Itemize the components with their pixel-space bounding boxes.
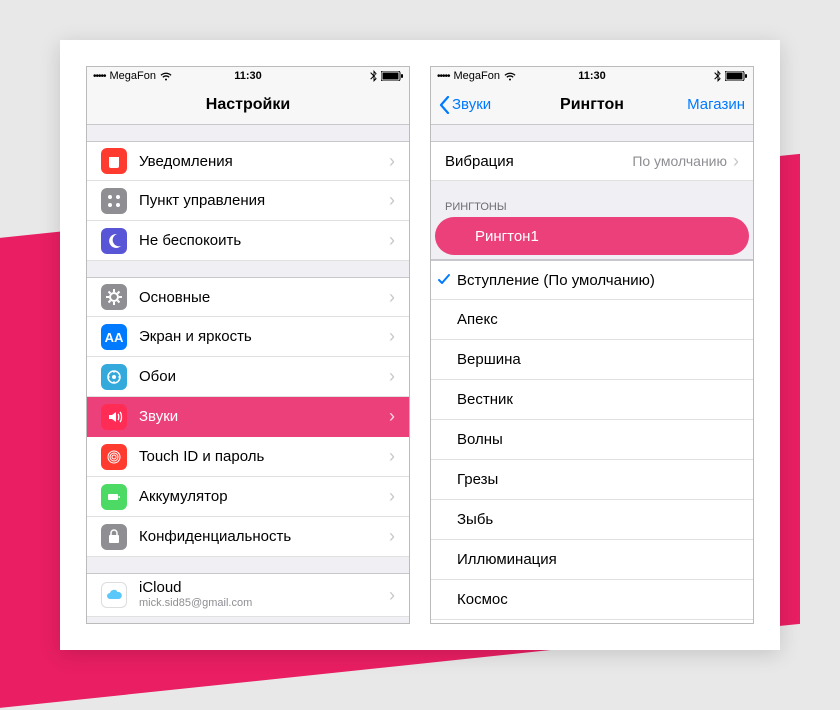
disclosure-icon: › (389, 446, 395, 467)
dnd-icon (101, 228, 127, 254)
settings-item-label: iCloud (139, 579, 389, 597)
ringtone-item[interactable]: Кристаллы (431, 620, 753, 623)
ringtone-label: Вступление (По умолчанию) (457, 272, 739, 289)
status-bar: ••••• MegaFon 11:30 (431, 67, 753, 85)
screenshot-card: ••••• MegaFon 11:30 Настройки Уведомлени… (60, 40, 780, 650)
ringtone-item[interactable]: Космос (431, 580, 753, 620)
settings-item-wallpaper[interactable]: Обои› (87, 357, 409, 397)
disclosure-icon: › (389, 366, 395, 387)
settings-item-dnd[interactable]: Не беспокоить› (87, 221, 409, 261)
battery-icon (101, 484, 127, 510)
disclosure-icon: › (389, 486, 395, 507)
settings-content: Уведомления›Пункт управления›Не беспокои… (87, 125, 409, 623)
disclosure-icon: › (389, 526, 395, 547)
settings-item-notifications[interactable]: Уведомления› (87, 141, 409, 181)
settings-item-label: Пункт управления (139, 192, 389, 209)
ringtone-item[interactable]: Вступление (По умолчанию) (431, 260, 753, 300)
settings-item-label: Конфиденциальность (139, 528, 389, 545)
touchid-icon (101, 444, 127, 470)
back-button[interactable]: Звуки (431, 85, 499, 124)
phone-ringtone: ••••• MegaFon 11:30 Звуки Ринг (430, 66, 754, 624)
control-icon (101, 188, 127, 214)
settings-item-label: Touch ID и пароль (139, 448, 389, 465)
settings-item-sublabel: mick.sid85@gmail.com (139, 597, 389, 610)
settings-item-label: Экран и яркость (139, 328, 389, 345)
ringtone-item[interactable]: Апекс (431, 300, 753, 340)
bluetooth-icon (370, 70, 377, 82)
status-bar: ••••• MegaFon 11:30 (87, 67, 409, 85)
settings-item-label: Аккумулятор (139, 488, 389, 505)
custom-ringtone-highlighted[interactable]: Рингтон1 (435, 217, 749, 255)
ringtone-content: Вибрация По умолчанию › РИНГТОНЫ Рингтон… (431, 125, 753, 623)
disclosure-icon: › (389, 406, 395, 427)
ringtone-item[interactable]: Зыбь (431, 500, 753, 540)
phone-settings: ••••• MegaFon 11:30 Настройки Уведомлени… (86, 66, 410, 624)
ringtone-item[interactable]: Иллюминация (431, 540, 753, 580)
ringtone-label: Космос (457, 591, 739, 608)
settings-item-general[interactable]: Основные› (87, 277, 409, 317)
display-icon: AA (101, 324, 127, 350)
sounds-icon (101, 404, 127, 430)
back-label: Звуки (452, 96, 491, 113)
settings-item-display[interactable]: AA Экран и яркость› (87, 317, 409, 357)
ringtone-label: Вершина (457, 351, 739, 368)
store-button[interactable]: Магазин (679, 85, 753, 124)
disclosure-icon: › (389, 326, 395, 347)
carrier-label: MegaFon (454, 70, 500, 82)
clock: 11:30 (540, 70, 643, 82)
settings-item-label: Не беспокоить (139, 232, 389, 249)
notifications-icon (101, 148, 127, 174)
disclosure-icon: › (389, 190, 395, 211)
ringtones-section-header: РИНГТОНЫ (431, 195, 753, 217)
ringtone-item[interactable]: Волны (431, 420, 753, 460)
ringtone-label: Грезы (457, 471, 739, 488)
vibration-value: По умолчанию (632, 153, 727, 169)
settings-item-battery[interactable]: Аккумулятор› (87, 477, 409, 517)
bluetooth-icon (714, 70, 721, 82)
settings-item-touchid[interactable]: Touch ID и пароль› (87, 437, 409, 477)
disclosure-icon: › (389, 230, 395, 251)
vibration-label: Вибрация (445, 153, 632, 170)
ringtone-item[interactable]: Грезы (431, 460, 753, 500)
settings-item-label: Основные (139, 289, 389, 306)
vibration-cell[interactable]: Вибрация По умолчанию › (431, 141, 753, 181)
settings-item-label: Звуки (139, 408, 389, 425)
disclosure-icon: › (389, 585, 395, 606)
wifi-icon (160, 72, 172, 81)
wallpaper-icon (101, 364, 127, 390)
carrier-label: MegaFon (110, 70, 156, 82)
page-title: Настройки (87, 96, 409, 114)
disclosure-icon: › (389, 151, 395, 172)
settings-item-control[interactable]: Пункт управления› (87, 181, 409, 221)
ringtone-label: Апекс (457, 311, 739, 328)
settings-item-sounds[interactable]: Звуки› (87, 397, 409, 437)
ringtone-item[interactable]: Вестник (431, 380, 753, 420)
privacy-icon (101, 524, 127, 550)
signal-dots-icon: ••••• (437, 71, 450, 82)
settings-item-label: Обои (139, 368, 389, 385)
signal-dots-icon: ••••• (93, 71, 106, 82)
nav-bar-settings: Настройки (87, 85, 409, 125)
ringtone-item[interactable]: Вершина (431, 340, 753, 380)
ringtone-label: Зыбь (457, 511, 739, 528)
battery-icon (381, 71, 403, 81)
icloud-icon (101, 582, 127, 608)
ringtone-label: Волны (457, 431, 739, 448)
settings-item-label: Уведомления (139, 153, 389, 170)
ringtone-label: Вестник (457, 391, 739, 408)
nav-bar-ringtone: Звуки Рингтон Магазин (431, 85, 753, 125)
checkmark-icon (431, 273, 457, 287)
svg-text:AA: AA (105, 330, 124, 345)
general-icon (101, 284, 127, 310)
chevron-left-icon (439, 96, 450, 114)
settings-item-icloud[interactable]: iCloudmick.sid85@gmail.com› (87, 573, 409, 617)
battery-icon (725, 71, 747, 81)
ringtone-label: Иллюминация (457, 551, 739, 568)
disclosure-icon: › (733, 151, 739, 172)
clock: 11:30 (196, 70, 299, 82)
wifi-icon (504, 72, 516, 81)
disclosure-icon: › (389, 287, 395, 308)
settings-item-privacy[interactable]: Конфиденциальность› (87, 517, 409, 557)
